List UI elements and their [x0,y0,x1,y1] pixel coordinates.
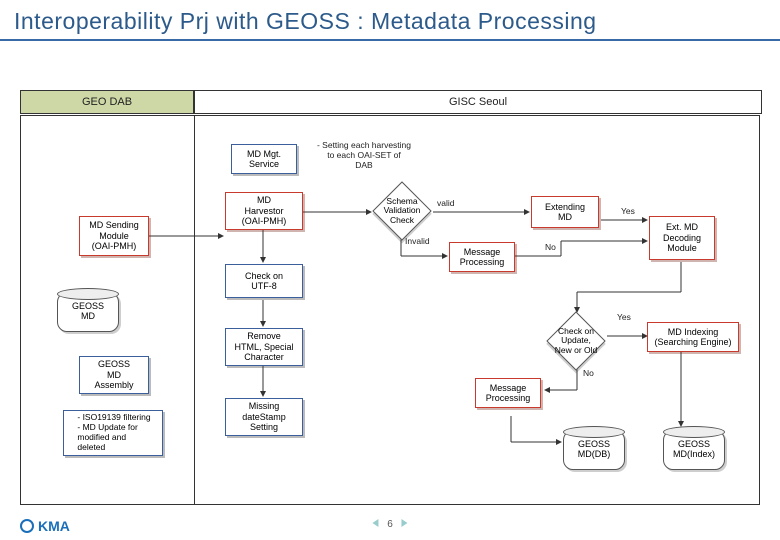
node-missing-datestamp: Missing dateStamp Setting [225,398,303,436]
diagram-frame: GEO DAB GISC Seoul MD Sending Module (O [20,115,760,505]
node-remove-html: Remove HTML, Special Character [225,328,303,366]
next-icon [402,519,408,527]
node-md-indexing: MD Indexing (Searching Engine) [647,322,739,352]
prev-icon [372,519,378,527]
node-geoss-md-db-source: GEOSS MD [57,292,119,332]
node-message-processing-1: Message Processing [449,242,515,272]
node-md-harvestor: MD Harvestor (OAI-PMH) [225,192,303,230]
flow-arrows [21,116,321,266]
node-md-mgt-service: MD Mgt. Service [231,144,297,174]
label-yes-1: Yes [621,206,635,216]
label-no-1: No [545,242,556,252]
label-invalid: Invalid [405,236,430,246]
node-extending-md: Extending MD [531,196,599,228]
page-title: Interoperability Prj with GEOSS : Metada… [0,0,780,41]
note-md-mgt: - Setting each harvesting to each OAI-SE… [309,140,419,171]
node-md-sending: MD Sending Module (OAI-PMH) [79,216,149,256]
page-number: 6 [372,519,407,530]
node-schema-validation: Schema Validation Check [371,180,433,242]
node-ext-md-decoding: Ext. MD Decoding Module [649,216,715,260]
column-header-geodab: GEO DAB [20,90,194,114]
label-yes-2: Yes [617,312,631,322]
label-no-2: No [583,368,594,378]
node-iso-note: - ISO19139 filtering - MD Update for mod… [63,410,163,456]
label-valid: valid [437,198,454,208]
node-message-processing-2: Message Processing [475,378,541,408]
footer-logo: KMA [20,518,70,534]
column-header-gisc: GISC Seoul [194,90,762,114]
node-update-check: Check on Update, New or Old [545,310,607,372]
node-check-utf8: Check on UTF-8 [225,264,303,298]
node-geoss-md-db: GEOSS MD(DB) [563,430,625,470]
node-geoss-md-index: GEOSS MD(Index) [663,430,725,470]
node-geoss-md-assembly: GEOSS MD Assembly [79,356,149,394]
globe-icon [20,519,34,533]
